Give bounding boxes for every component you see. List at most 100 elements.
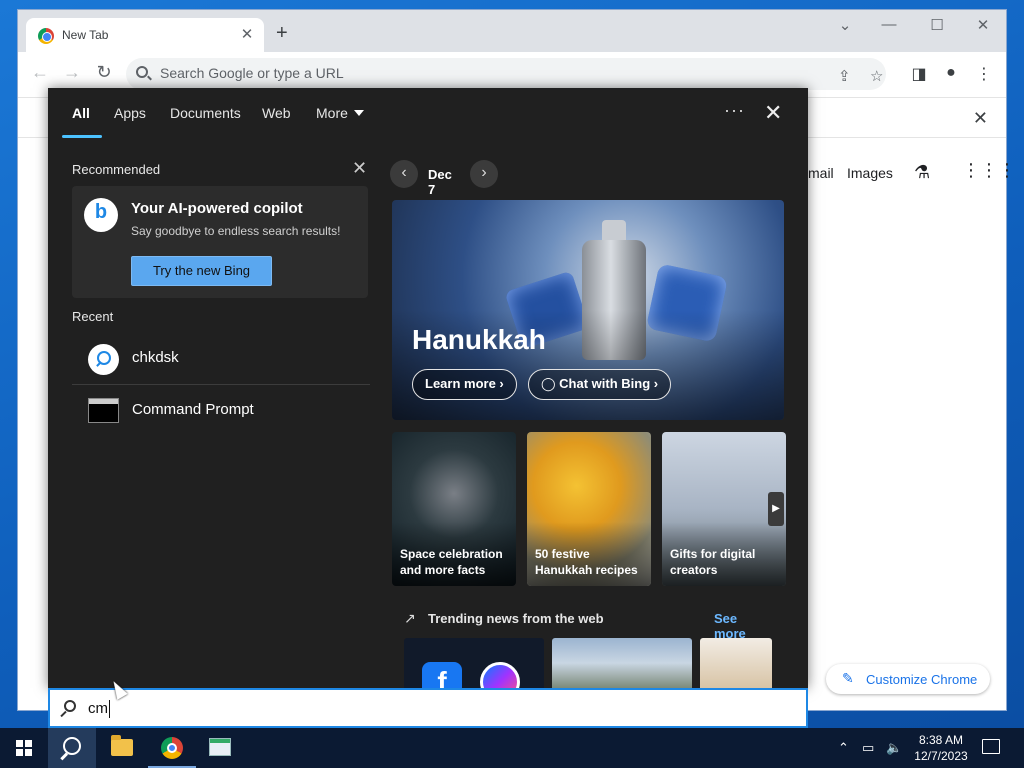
volume-muted-icon[interactable]: 🔈 xyxy=(886,740,902,756)
share-icon[interactable]: ⇪ xyxy=(838,67,851,85)
text-caret xyxy=(109,700,110,718)
news-item[interactable] xyxy=(700,638,772,688)
profile-icon[interactable]: ● xyxy=(940,64,962,82)
customize-chrome-button[interactable]: ✎ Customize Chrome xyxy=(826,664,990,694)
search-icon xyxy=(64,700,76,712)
chat-icon: ◯ xyxy=(541,376,560,391)
card-space-celebration[interactable]: Space celebration and more facts xyxy=(392,432,516,586)
maximize-icon[interactable]: ☐ xyxy=(922,16,952,34)
news-item[interactable] xyxy=(552,638,692,688)
omnibox[interactable]: ⇪ ☆ xyxy=(126,58,886,90)
cards-next-icon[interactable]: ▶ xyxy=(768,492,784,526)
star-icon[interactable]: ☆ xyxy=(870,67,883,85)
tab-all[interactable]: All xyxy=(72,105,90,121)
news-item[interactable]: f xyxy=(404,638,544,688)
omnibox-input[interactable] xyxy=(160,65,800,81)
tab-search-chevron-icon[interactable]: ⌄ xyxy=(830,16,860,34)
window-app-icon xyxy=(209,738,231,756)
card-caption: Gifts for digital creators xyxy=(670,546,755,578)
recent-heading: Recent xyxy=(72,309,114,324)
search-box[interactable] xyxy=(48,688,808,728)
dismiss-recommended-icon[interactable]: ✕ xyxy=(352,158,367,179)
menu-icon[interactable]: ⋮ xyxy=(973,64,995,84)
try-bing-button[interactable]: Try the new Bing xyxy=(131,256,272,286)
tab-more[interactable]: More xyxy=(316,105,364,121)
close-window-icon[interactable]: ✕ xyxy=(968,16,998,34)
tab-more-label: More xyxy=(316,105,348,121)
start-button[interactable] xyxy=(0,728,48,768)
clock-time: 8:38 AM xyxy=(918,733,964,747)
new-tab-button[interactable]: + xyxy=(276,22,288,45)
app-taskbar-button[interactable] xyxy=(196,728,244,768)
search-icon xyxy=(88,344,119,375)
windows-logo-icon xyxy=(16,740,32,756)
date-label: Dec 7 xyxy=(428,167,452,197)
folder-icon xyxy=(111,735,133,756)
next-date-icon[interactable]: › xyxy=(470,160,498,188)
card-caption-line: creators xyxy=(670,563,718,577)
forward-icon[interactable]: → xyxy=(60,62,84,83)
card-caption-line: and more facts xyxy=(400,563,486,577)
card-caption-line: 50 festive xyxy=(535,547,590,561)
prev-date-icon[interactable]: ‹ xyxy=(390,160,418,188)
chat-with-bing-label: Chat with Bing xyxy=(559,376,651,391)
network-icon[interactable]: ▭ xyxy=(862,740,874,756)
copilot-card: Your AI-powered copilot Say goodbye to e… xyxy=(72,186,368,298)
learn-more-label: Learn more xyxy=(425,376,496,391)
tab-new-tab[interactable]: New Tab ✕ xyxy=(26,18,264,52)
recent-item-label: chkdsk xyxy=(132,349,179,366)
apps-grid-icon[interactable]: ⋮⋮⋮ xyxy=(962,160,1016,181)
minimize-icon[interactable]: — xyxy=(874,16,904,33)
clock[interactable]: 8:38 AM 12/7/2023 xyxy=(914,732,968,764)
windows-search-panel: All Apps Documents Web More ··· ✕ Recomm… xyxy=(48,88,808,688)
pencil-icon: ✎ xyxy=(842,670,854,686)
tab-strip: New Tab ✕ + ⌄ — ☐ ✕ xyxy=(18,10,1006,52)
side-panel-icon[interactable]: ◨ xyxy=(908,64,930,84)
caret-down-icon xyxy=(353,110,364,116)
divider xyxy=(72,384,370,385)
search-input[interactable] xyxy=(88,700,688,717)
tab-documents[interactable]: Documents xyxy=(170,105,241,121)
tab-apps[interactable]: Apps xyxy=(114,105,146,121)
tab-close-icon[interactable]: ✕ xyxy=(238,25,256,43)
card-caption-line: Gifts for digital xyxy=(670,547,756,561)
chrome-icon xyxy=(161,737,183,759)
copilot-title: Your AI-powered copilot xyxy=(131,200,303,217)
images-link[interactable]: Images xyxy=(847,165,893,181)
bing-logo-icon xyxy=(84,198,118,232)
recommended-heading: Recommended xyxy=(72,162,161,177)
close-bar-icon[interactable]: ✕ xyxy=(973,108,988,129)
messenger-icon xyxy=(480,662,520,688)
back-icon[interactable]: ← xyxy=(28,62,52,83)
more-options-icon[interactable]: ··· xyxy=(724,100,745,121)
see-more-link[interactable]: See more xyxy=(714,611,770,641)
recent-item-command-prompt[interactable]: Command Prompt xyxy=(72,386,370,436)
command-prompt-icon xyxy=(88,398,119,423)
card-caption: 50 festive Hanukkah recipes xyxy=(535,546,638,578)
chevron-up-icon[interactable]: ⌃ xyxy=(838,740,849,756)
card-caption-line: Space celebration xyxy=(400,547,503,561)
tab-web[interactable]: Web xyxy=(262,105,291,121)
chrome-favicon-icon xyxy=(38,28,54,44)
omnibox-search-icon xyxy=(136,66,148,78)
hanukkah-hero[interactable]: Hanukkah Learn more › ◯ Chat with Bing › xyxy=(392,200,784,420)
copilot-subtitle: Say goodbye to endless search results! xyxy=(131,224,341,238)
card-hanukkah-recipes[interactable]: 50 festive Hanukkah recipes xyxy=(527,432,651,586)
gmail-link[interactable]: mail xyxy=(808,165,834,181)
trending-arrow-icon: ↗ xyxy=(404,610,416,626)
facebook-icon: f xyxy=(422,662,462,688)
taskbar: ⌃ ▭ 🔈 8:38 AM 12/7/2023 xyxy=(0,728,1024,768)
recent-item-label: Command Prompt xyxy=(132,401,254,418)
learn-more-button[interactable]: Learn more › xyxy=(412,369,517,400)
reload-icon[interactable]: ↻ xyxy=(92,62,116,83)
hero-title: Hanukkah xyxy=(412,324,546,355)
chat-with-bing-button[interactable]: ◯ Chat with Bing › xyxy=(528,369,672,400)
taskbar-search-icon[interactable] xyxy=(48,728,96,768)
trending-title: Trending news from the web xyxy=(428,611,604,626)
close-panel-icon[interactable]: ✕ xyxy=(764,100,782,126)
file-explorer-button[interactable] xyxy=(98,728,146,768)
recent-item-chkdsk[interactable]: chkdsk xyxy=(72,334,370,384)
notifications-icon[interactable] xyxy=(982,739,1000,754)
chrome-taskbar-button[interactable] xyxy=(148,728,196,768)
labs-icon[interactable]: ⚗ xyxy=(914,162,930,183)
